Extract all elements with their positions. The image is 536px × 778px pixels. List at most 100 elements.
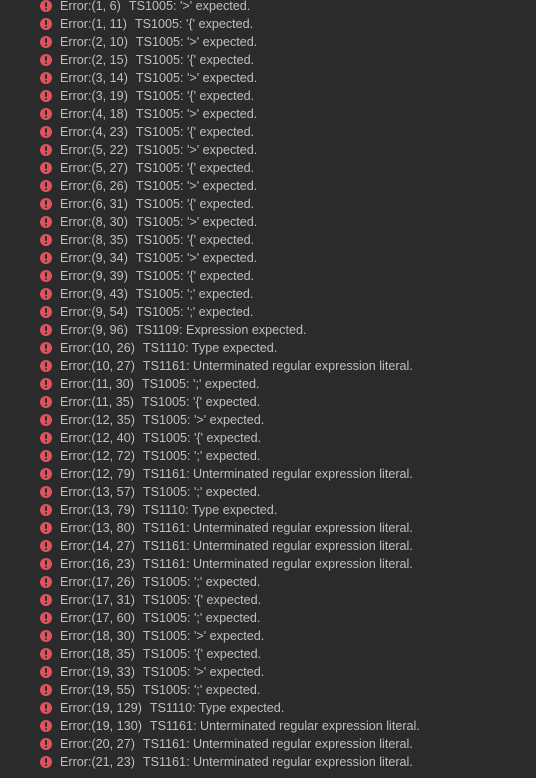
error-list-item[interactable]: Error:(13, 57) TS1005: ';' expected.	[0, 483, 536, 501]
error-location: Error:(12, 35)	[60, 413, 135, 427]
error-text: Error:(1, 11) TS1005: '{' expected.	[60, 15, 253, 33]
error-text: Error:(12, 79) TS1161: Unterminated regul…	[60, 465, 413, 483]
error-icon	[40, 684, 52, 696]
error-text: Error:(9, 96) TS1109: Expression expected…	[60, 321, 306, 339]
error-list-item[interactable]: Error:(8, 30) TS1005: '>' expected.	[0, 213, 536, 231]
error-icon	[40, 126, 52, 138]
error-list-item[interactable]: Error:(18, 30) TS1005: '>' expected.	[0, 627, 536, 645]
error-text: Error:(1, 6) TS1005: '>' expected.	[60, 0, 250, 15]
error-location: Error:(19, 33)	[60, 665, 135, 679]
error-icon	[40, 378, 52, 390]
error-location: Error:(13, 79)	[60, 503, 135, 517]
error-list-item[interactable]: Error:(9, 39) TS1005: '{' expected.	[0, 267, 536, 285]
error-list-item[interactable]: Error:(21, 23) TS1161: Unterminated regul…	[0, 753, 536, 771]
error-list-item[interactable]: Error:(19, 129) TS1110: Type expected.	[0, 699, 536, 717]
error-location: Error:(3, 19)	[60, 89, 128, 103]
error-text: Error:(9, 39) TS1005: '{' expected.	[60, 267, 254, 285]
error-icon	[40, 216, 52, 228]
error-list-item[interactable]: Error:(13, 80) TS1161: Unterminated regul…	[0, 519, 536, 537]
error-location: Error:(18, 35)	[60, 647, 135, 661]
error-location: Error:(17, 31)	[60, 593, 135, 607]
error-list-item[interactable]: Error:(19, 33) TS1005: '>' expected.	[0, 663, 536, 681]
error-location: Error:(6, 31)	[60, 197, 128, 211]
error-list-item[interactable]: Error:(6, 26) TS1005: '>' expected.	[0, 177, 536, 195]
error-list-item[interactable]: Error:(5, 22) TS1005: '>' expected.	[0, 141, 536, 159]
error-location: Error:(21, 23)	[60, 755, 135, 769]
error-list-item[interactable]: Error:(10, 26) TS1110: Type expected.	[0, 339, 536, 357]
error-location: Error:(6, 26)	[60, 179, 128, 193]
error-list-item[interactable]: Error:(1, 11) TS1005: '{' expected.	[0, 15, 536, 33]
error-list-item[interactable]: Error:(3, 19) TS1005: '{' expected.	[0, 87, 536, 105]
error-message: TS1161: Unterminated regular expression …	[142, 539, 413, 553]
error-list-item[interactable]: Error:(20, 27) TS1161: Unterminated regul…	[0, 735, 536, 753]
error-list-item[interactable]: Error:(14, 27) TS1161: Unterminated regul…	[0, 537, 536, 555]
error-icon	[40, 108, 52, 120]
error-icon	[40, 522, 52, 534]
error-list-item[interactable]: Error:(10, 27) TS1161: Unterminated regul…	[0, 357, 536, 375]
error-text: Error:(9, 34) TS1005: '>' expected.	[60, 249, 257, 267]
error-message: TS1005: '>' expected.	[142, 665, 265, 679]
error-message: TS1005: '{' expected.	[141, 395, 261, 409]
error-list-item[interactable]: Error:(11, 35) TS1005: '{' expected.	[0, 393, 536, 411]
error-icon	[40, 432, 52, 444]
error-list-item[interactable]: Error:(4, 23) TS1005: '{' expected.	[0, 123, 536, 141]
error-list-item[interactable]: Error:(9, 43) TS1005: ';' expected.	[0, 285, 536, 303]
error-list-item[interactable]: Error:(1, 6) TS1005: '>' expected.	[0, 0, 536, 15]
error-message: TS1005: '{' expected.	[142, 593, 262, 607]
error-list-item[interactable]: Error:(19, 55) TS1005: ';' expected.	[0, 681, 536, 699]
error-list-item[interactable]: Error:(12, 79) TS1161: Unterminated regul…	[0, 465, 536, 483]
error-location: Error:(10, 27)	[60, 359, 135, 373]
error-icon	[40, 162, 52, 174]
error-list-item[interactable]: Error:(16, 23) TS1161: Unterminated regul…	[0, 555, 536, 573]
error-text: Error:(18, 30) TS1005: '>' expected.	[60, 627, 264, 645]
error-list-item[interactable]: Error:(12, 40) TS1005: '{' expected.	[0, 429, 536, 447]
error-message: TS1005: '>' expected.	[142, 413, 265, 427]
error-location: Error:(5, 27)	[60, 161, 128, 175]
error-location: Error:(17, 60)	[60, 611, 135, 625]
error-message: TS1005: '>' expected.	[135, 35, 258, 49]
error-list-item[interactable]: Error:(9, 34) TS1005: '>' expected.	[0, 249, 536, 267]
error-text: Error:(10, 27) TS1161: Unterminated regul…	[60, 357, 413, 375]
error-text: Error:(14, 27) TS1161: Unterminated regul…	[60, 537, 413, 555]
error-location: Error:(3, 14)	[60, 71, 128, 85]
error-icon	[40, 630, 52, 642]
error-list-item[interactable]: Error:(9, 54) TS1005: ';' expected.	[0, 303, 536, 321]
error-list-item[interactable]: Error:(17, 26) TS1005: ';' expected.	[0, 573, 536, 591]
error-list-item[interactable]: Error:(12, 35) TS1005: '>' expected.	[0, 411, 536, 429]
error-message: TS1109: Expression expected.	[135, 323, 307, 337]
error-list-item[interactable]: Error:(19, 130) TS1161: Unterminated regu…	[0, 717, 536, 735]
error-list-item[interactable]: Error:(18, 35) TS1005: '{' expected.	[0, 645, 536, 663]
error-message: TS1005: ';' expected.	[142, 485, 261, 499]
error-list-item[interactable]: Error:(11, 30) TS1005: ';' expected.	[0, 375, 536, 393]
error-list-item[interactable]: Error:(3, 14) TS1005: '>' expected.	[0, 69, 536, 87]
error-list-item[interactable]: Error:(4, 18) TS1005: '>' expected.	[0, 105, 536, 123]
error-icon	[40, 396, 52, 408]
error-list-item[interactable]: Error:(2, 10) TS1005: '>' expected.	[0, 33, 536, 51]
error-location: Error:(9, 39)	[60, 269, 128, 283]
error-list-item[interactable]: Error:(6, 31) TS1005: '{' expected.	[0, 195, 536, 213]
error-text: Error:(13, 57) TS1005: ';' expected.	[60, 483, 260, 501]
error-list-item[interactable]: Error:(2, 15) TS1005: '{' expected.	[0, 51, 536, 69]
error-message: TS1005: '{' expected.	[135, 233, 255, 247]
error-icon	[40, 612, 52, 624]
error-list-item[interactable]: Error:(8, 35) TS1005: '{' expected.	[0, 231, 536, 249]
error-text: Error:(13, 80) TS1161: Unterminated regul…	[60, 519, 413, 537]
error-list-item[interactable]: Error:(5, 27) TS1005: '{' expected.	[0, 159, 536, 177]
error-list-item[interactable]: Error:(9, 96) TS1109: Expression expected…	[0, 321, 536, 339]
error-text: Error:(2, 15) TS1005: '{' expected.	[60, 51, 254, 69]
error-text: Error:(19, 55) TS1005: ';' expected.	[60, 681, 260, 699]
error-message: TS1005: '>' expected.	[135, 143, 258, 157]
error-list-item[interactable]: Error:(17, 60) TS1005: ';' expected.	[0, 609, 536, 627]
error-list-item[interactable]: Error:(17, 31) TS1005: '{' expected.	[0, 591, 536, 609]
error-location: Error:(9, 96)	[60, 323, 128, 337]
error-icon	[40, 486, 52, 498]
error-list-item[interactable]: Error:(13, 79) TS1110: Type expected.	[0, 501, 536, 519]
error-message: TS1005: ';' expected.	[141, 377, 260, 391]
error-message: TS1005: '{' expected.	[142, 647, 262, 661]
error-message: TS1005: '{' expected.	[135, 53, 255, 67]
error-location: Error:(14, 27)	[60, 539, 135, 553]
error-list-item[interactable]: Error:(12, 72) TS1005: ';' expected.	[0, 447, 536, 465]
error-text: Error:(12, 35) TS1005: '>' expected.	[60, 411, 264, 429]
error-icon	[40, 702, 52, 714]
error-message: TS1005: '>' expected.	[135, 179, 258, 193]
